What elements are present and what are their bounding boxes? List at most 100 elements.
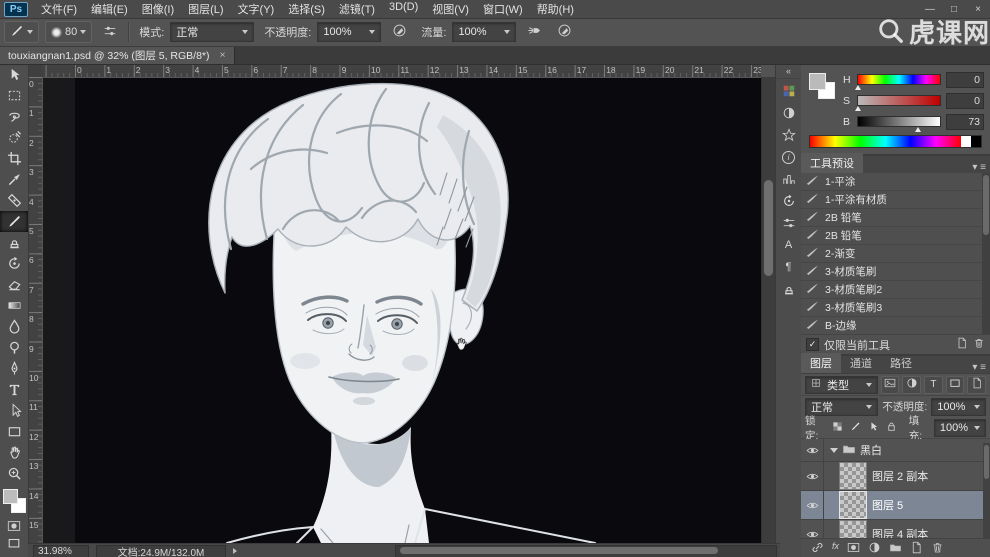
new-adjustment-layer-icon[interactable] bbox=[868, 541, 881, 556]
expand-dock-button[interactable]: « bbox=[776, 65, 801, 79]
layers-scrollbar[interactable] bbox=[983, 443, 990, 549]
flow-select[interactable]: 100% bbox=[452, 22, 517, 42]
layer-opacity-select[interactable]: 100% bbox=[931, 397, 986, 416]
menu-help[interactable]: 帮助(H) bbox=[530, 0, 581, 19]
shape-tool[interactable] bbox=[0, 421, 28, 442]
filter-pixel-layers-icon[interactable] bbox=[880, 375, 900, 394]
lock-transparent-pixels-icon[interactable] bbox=[830, 420, 844, 435]
tool-preset-picker[interactable] bbox=[4, 21, 39, 43]
hue-slider[interactable] bbox=[855, 74, 941, 90]
brightness-slider[interactable] bbox=[857, 116, 941, 132]
saturation-slider-thumb[interactable] bbox=[855, 106, 861, 111]
histogram-panel-icon[interactable] bbox=[778, 169, 799, 189]
horizontal-scrollbar-thumb[interactable] bbox=[400, 547, 718, 554]
menu-image[interactable]: 图像(I) bbox=[135, 0, 181, 19]
layer-name[interactable]: 图层 2 副本 bbox=[872, 468, 928, 484]
styles-panel-icon[interactable] bbox=[778, 125, 799, 145]
history-brush-tool[interactable] bbox=[0, 253, 28, 274]
pen-tool[interactable] bbox=[0, 358, 28, 379]
adjustments-panel-icon[interactable] bbox=[778, 103, 799, 123]
menu-3d[interactable]: 3D(D) bbox=[382, 0, 425, 19]
hue-value-field[interactable]: 0 bbox=[946, 71, 984, 88]
paragraph-panel-icon[interactable]: ¶ bbox=[778, 257, 799, 277]
tool-preset-item-1[interactable]: 1-平涂有材质 bbox=[801, 191, 982, 209]
screen-mode-button[interactable] bbox=[0, 534, 28, 551]
status-options-arrow-icon[interactable] bbox=[233, 548, 237, 554]
blur-tool[interactable] bbox=[0, 316, 28, 337]
layer-thumbnail[interactable] bbox=[839, 491, 867, 519]
layer-visibility-toggle[interactable] bbox=[801, 439, 824, 461]
tool-preset-item-0[interactable]: 1-平涂 bbox=[801, 173, 982, 191]
layer-visibility-toggle[interactable] bbox=[801, 462, 824, 490]
color-spectrum-ramp[interactable] bbox=[809, 135, 982, 148]
vertical-ruler[interactable]: 0 1 2 3 4 5 6 7 8 9 10 11 12 13 14 15 bbox=[28, 77, 43, 543]
close-button[interactable]: × bbox=[966, 2, 990, 16]
info-panel-icon[interactable]: i bbox=[778, 147, 799, 167]
add-layer-mask-icon[interactable] bbox=[847, 541, 860, 556]
foreground-color-swatch[interactable] bbox=[809, 73, 826, 90]
tab-tool-presets[interactable]: 工具预设 bbox=[801, 153, 863, 173]
filter-shape-layers-icon[interactable] bbox=[945, 375, 965, 394]
airbrush-button[interactable] bbox=[522, 22, 546, 42]
delete-layer-icon[interactable] bbox=[931, 541, 944, 556]
new-layer-icon[interactable] bbox=[910, 541, 923, 556]
link-layers-icon[interactable] bbox=[811, 541, 824, 556]
preset-scrollbar-thumb[interactable] bbox=[983, 175, 989, 235]
properties-panel-icon[interactable] bbox=[778, 213, 799, 233]
saturation-slider[interactable] bbox=[855, 95, 941, 111]
filter-smart-objects-icon[interactable] bbox=[967, 375, 987, 394]
layer-visibility-toggle[interactable] bbox=[801, 491, 824, 519]
lock-image-pixels-icon[interactable] bbox=[848, 420, 862, 435]
layer-name[interactable]: 图层 5 bbox=[872, 497, 903, 513]
layer-thumbnail[interactable] bbox=[839, 462, 867, 490]
horizontal-scrollbar[interactable] bbox=[395, 545, 777, 557]
panel-menu-icon[interactable]: ▾ ≡ bbox=[972, 162, 990, 173]
hue-slider-thumb[interactable] bbox=[855, 85, 861, 90]
spectrum-gradient[interactable] bbox=[810, 136, 961, 147]
move-tool[interactable] bbox=[0, 64, 28, 85]
dodge-tool[interactable] bbox=[0, 337, 28, 358]
menu-type[interactable]: 文字(Y) bbox=[231, 0, 282, 19]
menu-filter[interactable]: 滤镜(T) bbox=[332, 0, 382, 19]
filter-adjustment-layers-icon[interactable] bbox=[902, 375, 922, 394]
quick-selection-tool[interactable] bbox=[0, 127, 28, 148]
filter-type-layers-icon[interactable]: T bbox=[924, 375, 943, 394]
lock-all-icon[interactable] bbox=[885, 420, 899, 435]
layer-style-icon[interactable]: fx bbox=[832, 541, 839, 551]
delete-preset-icon[interactable] bbox=[973, 337, 985, 352]
layer-name[interactable]: 黑白 bbox=[860, 442, 882, 458]
layer-group-row-0[interactable]: 黑白 bbox=[801, 439, 990, 462]
vertical-scrollbar-thumb[interactable] bbox=[764, 180, 773, 276]
opacity-select[interactable]: 100% bbox=[317, 22, 382, 42]
ruler-origin-corner[interactable] bbox=[28, 64, 43, 78]
toolbox-foreground-swatch[interactable] bbox=[3, 489, 18, 504]
tab-layers[interactable]: 图层 bbox=[801, 353, 841, 373]
tool-preset-item-3[interactable]: 2B 铅笔 bbox=[801, 227, 982, 245]
new-preset-icon[interactable] bbox=[956, 337, 968, 352]
brightness-slider-thumb[interactable] bbox=[914, 127, 921, 132]
tab-paths[interactable]: 路径 bbox=[881, 353, 921, 373]
saturation-value-field[interactable]: 0 bbox=[946, 92, 984, 109]
lock-position-icon[interactable] bbox=[866, 420, 880, 435]
lasso-tool[interactable] bbox=[0, 106, 28, 127]
healing-tool[interactable] bbox=[0, 190, 28, 211]
tablet-pressure-size-button[interactable] bbox=[552, 22, 576, 42]
tool-preset-item-4[interactable]: 2-渐变 bbox=[801, 245, 982, 263]
gradient-tool[interactable] bbox=[0, 295, 28, 316]
brightness-value-field[interactable]: 73 bbox=[946, 113, 984, 130]
tool-preset-item-8[interactable]: B-边缘 bbox=[801, 317, 982, 335]
layer-filter-type-select[interactable]: 类型 bbox=[805, 375, 878, 394]
tab-close-icon[interactable]: × bbox=[220, 49, 226, 61]
brush-size-picker[interactable]: 80 bbox=[45, 21, 93, 43]
vertical-scrollbar[interactable] bbox=[761, 77, 776, 543]
current-tool-only-checkbox[interactable]: ✓ bbox=[806, 338, 819, 351]
eraser-tool[interactable] bbox=[0, 274, 28, 295]
black-swatch[interactable] bbox=[971, 136, 981, 147]
document-canvas[interactable] bbox=[75, 77, 761, 543]
menu-window[interactable]: 窗口(W) bbox=[476, 0, 530, 19]
stamp-tool[interactable] bbox=[0, 232, 28, 253]
history-panel-icon[interactable] bbox=[778, 191, 799, 211]
blend-mode-select[interactable]: 正常 bbox=[170, 22, 255, 42]
minimize-button[interactable]: — bbox=[918, 2, 942, 16]
marquee-tool[interactable] bbox=[0, 85, 28, 106]
